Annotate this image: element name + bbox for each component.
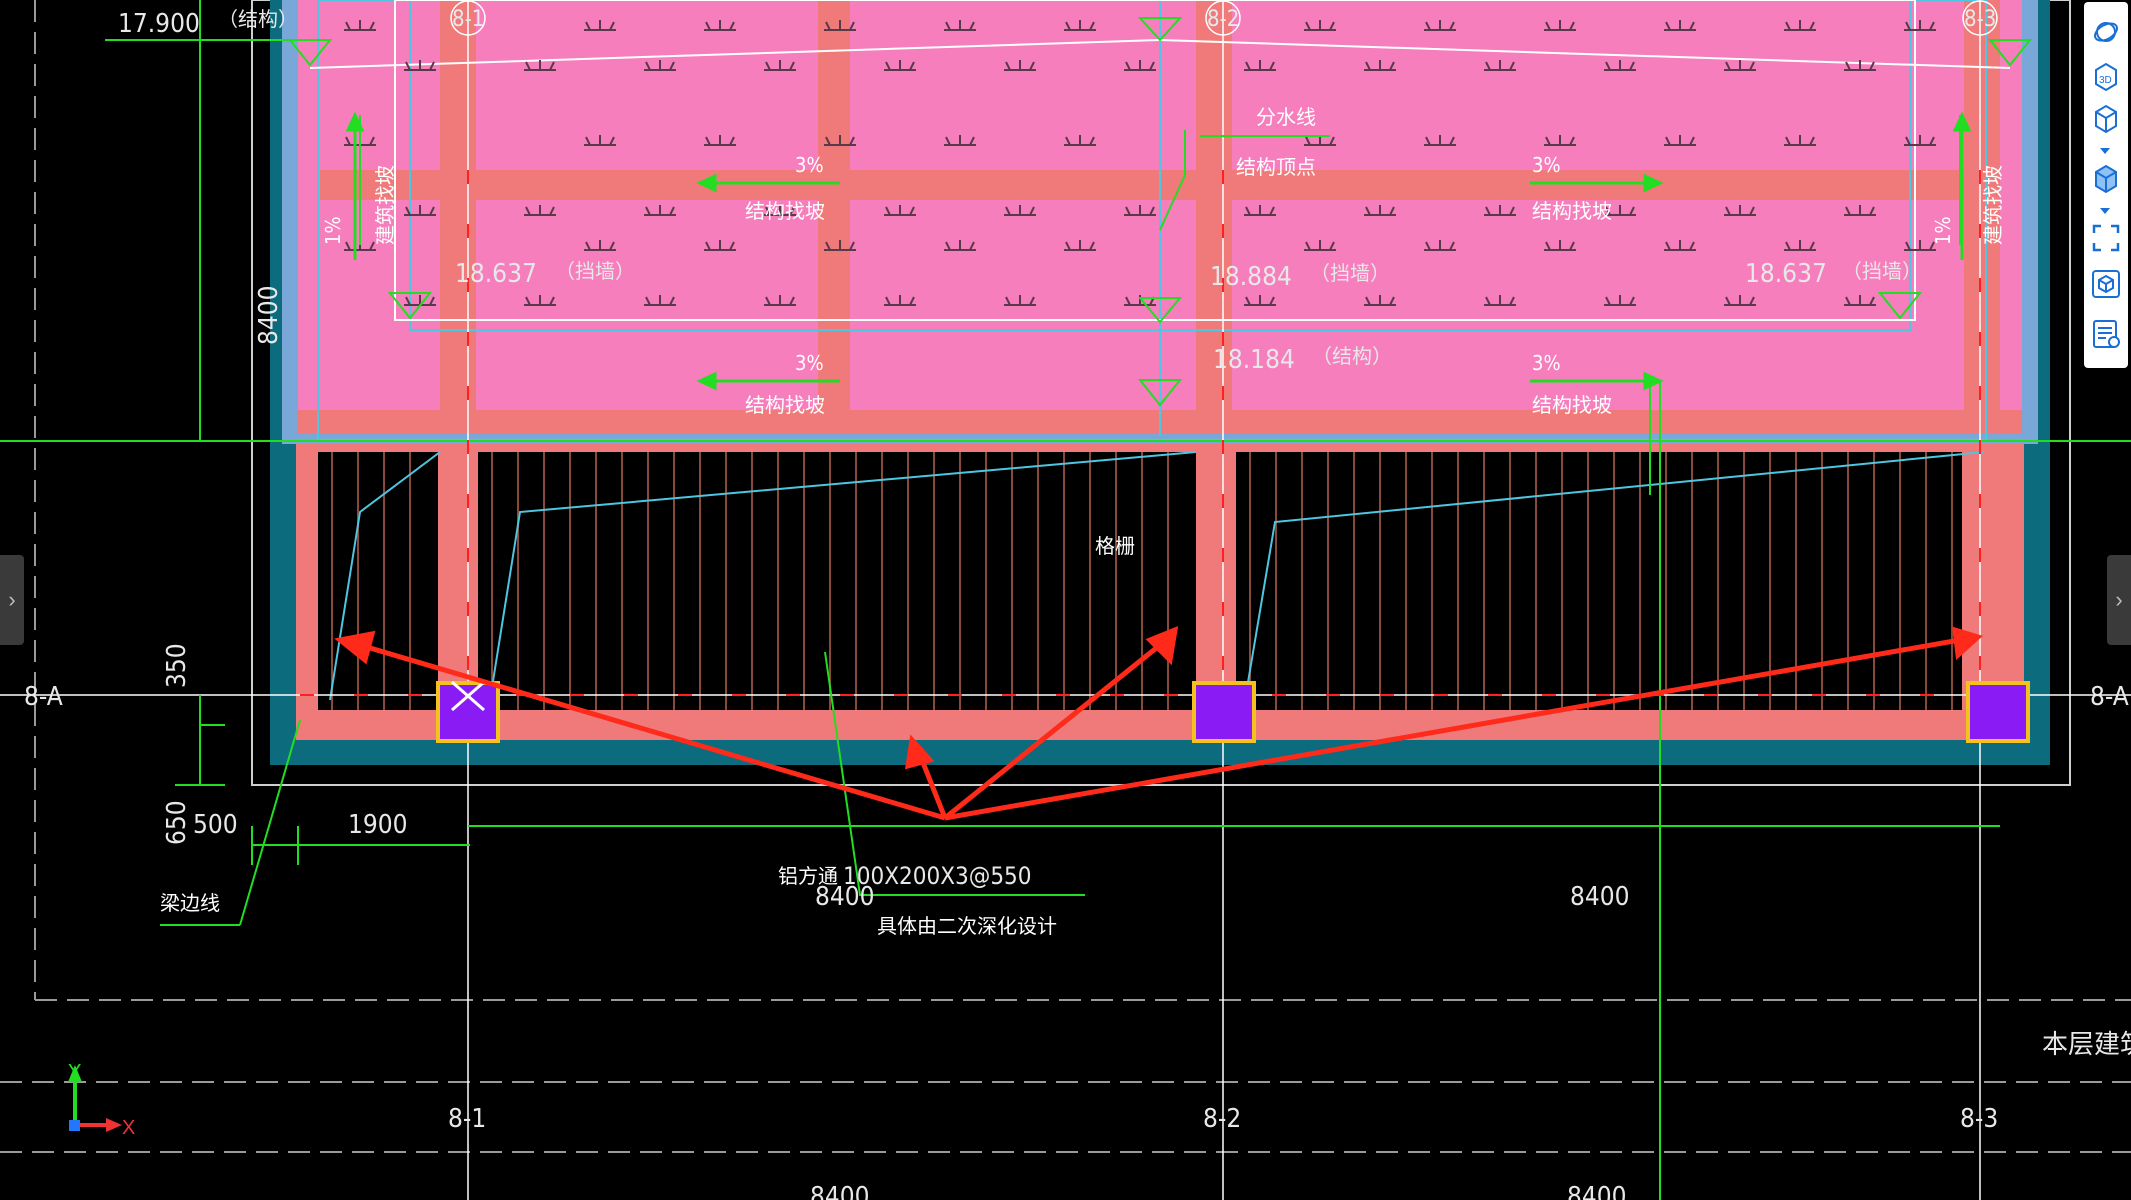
bottom-beam (296, 710, 2024, 740)
axis-label-8-2: 8-2 (1203, 1104, 1241, 1134)
axis-bubble-8-2: 8-2 (1207, 7, 1239, 32)
caret-down-icon[interactable] (2100, 148, 2110, 154)
label-beam-edge: 梁边线 (160, 891, 220, 915)
column-8-3[interactable] (1966, 681, 2030, 743)
slope-note-1: 结构找坡 (745, 199, 825, 223)
dim-8400-vertical: 8400 (254, 285, 284, 345)
slope-note-3: 结构找坡 (1532, 199, 1612, 223)
column-8-2[interactable] (1192, 681, 1256, 743)
chevron-right-icon: › (8, 587, 16, 612)
level-tag-1: （挡墙） (555, 259, 635, 283)
ucs-icon: Y X (68, 1061, 135, 1139)
callout-note: 具体由二次深化设计 (877, 914, 1057, 938)
label-grille: 格栅 (1095, 534, 1135, 558)
wireframe-cube-icon[interactable] (2090, 102, 2122, 134)
level-tag-0: （结构） (218, 7, 298, 31)
axis-bubble-8-1: 8-1 (452, 7, 484, 32)
slope-note-4: 结构找坡 (1532, 393, 1612, 417)
dim-650: 650 (162, 800, 192, 845)
arch-slope-right: 建筑找坡 (1981, 165, 2005, 245)
dim-8400-bottom2: 8400 (1567, 1182, 1627, 1200)
level-tag-2: （挡墙） (1310, 261, 1390, 285)
arch-slope-left: 建筑找坡 (373, 165, 397, 245)
callout-spec: 100X200X3@550 (843, 862, 1032, 890)
slope-pct-right: 1% (1931, 216, 1955, 245)
level-tag-4: （结构） (1312, 344, 1392, 368)
dim-1900: 1900 (348, 810, 408, 840)
axis-label-8-1: 8-1 (448, 1104, 486, 1134)
left-panel-toggle[interactable]: › (0, 555, 24, 645)
level-tag-3: （挡墙） (1842, 259, 1922, 283)
grille-area (318, 452, 1986, 710)
slope-pct-1: 3% (795, 153, 824, 177)
right-panel-toggle[interactable]: › (2107, 555, 2131, 645)
view-3d-label: 3D (2099, 75, 2112, 86)
label-divide-line: 分水线 (1256, 105, 1316, 129)
ucs-y-label: Y (68, 1061, 81, 1083)
column-8-1[interactable] (436, 680, 500, 743)
view-cube-icon[interactable] (2090, 268, 2122, 300)
axis-label-8a-right: 8-A (2090, 682, 2129, 712)
orbit-icon[interactable] (2090, 16, 2122, 48)
slope-pct-left: 1% (321, 216, 345, 245)
level-value-4: 18.184 (1213, 345, 1295, 375)
caret-down-icon[interactable] (2100, 208, 2110, 214)
callout-material: 铝方通 (778, 864, 838, 888)
ucs-x-label: X (122, 1117, 135, 1139)
axis-bubble-8-3: 8-3 (1964, 7, 1996, 32)
slope-note-2: 结构找坡 (745, 393, 825, 417)
fit-extents-icon[interactable] (2090, 222, 2122, 254)
level-value-0: 17.900 (118, 9, 200, 39)
axis-label-8-3: 8-3 (1960, 1104, 1998, 1134)
solid-cube-icon[interactable] (2090, 162, 2122, 194)
mid-beam-2 (1196, 452, 1236, 710)
cad-drawing-canvas[interactable]: 8-A 8-A 8-1 8-2 8-3 8-1 8-2 8-3 17.900 （… (0, 0, 2131, 1200)
properties-icon[interactable] (2090, 318, 2122, 350)
view-toolbar: 3D (2084, 2, 2128, 368)
level-value-2: 18.884 (1210, 262, 1292, 292)
slope-pct-4: 3% (1532, 351, 1561, 375)
level-value-3: 18.637 (1745, 259, 1827, 289)
dim-8400-span2: 8400 (1570, 882, 1630, 912)
axis-label-8a-left: 8-A (24, 682, 63, 712)
dim-350: 350 (162, 643, 192, 688)
chevron-right-icon: › (2115, 587, 2123, 612)
label-struct-top: 结构顶点 (1236, 155, 1316, 179)
mid-beam-3 (1962, 452, 2002, 710)
dim-8400-bottom1: 8400 (810, 1182, 870, 1200)
view-3d-icon[interactable]: 3D (2090, 60, 2122, 92)
label-partial-area: 本层建筑面积 (2042, 1030, 2131, 1060)
slope-pct-3: 3% (1532, 153, 1561, 177)
level-value-1: 18.637 (455, 259, 537, 289)
slope-pct-2: 3% (795, 351, 824, 375)
dim-500: 500 (193, 810, 238, 840)
